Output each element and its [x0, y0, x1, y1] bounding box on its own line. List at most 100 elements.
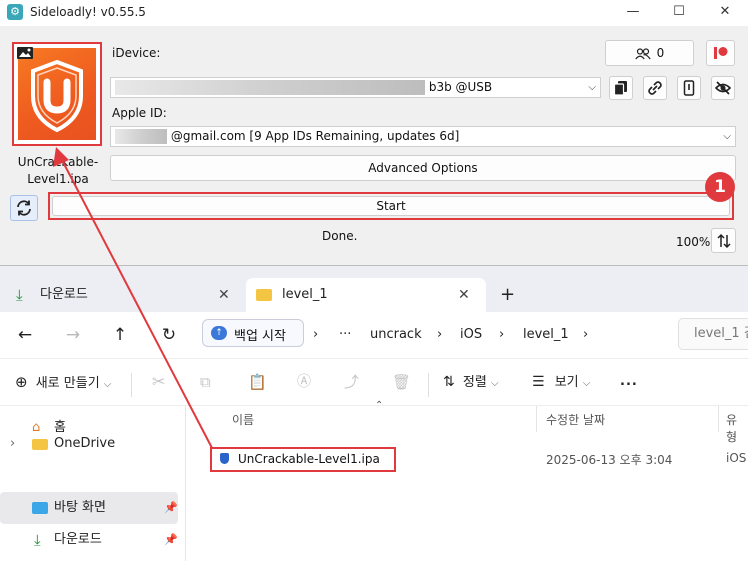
breadcrumb-item[interactable]: level_1: [523, 327, 569, 342]
hide-button[interactable]: [711, 76, 735, 100]
sort-arrows-icon: [716, 233, 731, 249]
file-row-ipa[interactable]: UnCrackable-Level1.ipa: [210, 447, 396, 472]
forward-arrow-icon[interactable]: →: [61, 324, 85, 346]
status-text: Done.: [322, 229, 358, 243]
refresh-icon[interactable]: ↻: [157, 324, 181, 346]
file-explorer-window: ⤓ 다운로드 ✕ level_1 ✕ + ← → ↑ ↻ ↑ 백업 시작 › ·…: [0, 266, 748, 561]
nav-item-desktop[interactable]: 바탕 화면 📌: [0, 492, 178, 524]
rename-icon[interactable]: Ⓐ: [297, 371, 311, 393]
nav-item-onedrive[interactable]: › OneDrive: [4, 428, 182, 460]
minimize-button[interactable]: —: [622, 3, 644, 21]
new-button[interactable]: ⊕ 새로 만들기 ⌵: [15, 371, 111, 393]
sort-button[interactable]: ⇅ 정렬 ⌵: [443, 371, 499, 393]
up-arrow-icon[interactable]: ↑: [108, 324, 132, 346]
tab-downloads[interactable]: ⤓ 다운로드 ✕: [8, 278, 242, 312]
download-icon: ⤓: [16, 286, 23, 304]
column-header-type[interactable]: 유형: [726, 411, 748, 445]
sideloadly-window: ⚙ Sideloadly! v0.55.5 — ☐ ✕ UnCrackable-…: [0, 0, 748, 266]
copy-icon: [613, 81, 627, 96]
address-bar: ← → ↑ ↻ ↑ 백업 시작 › ··· uncrack › iOS › le…: [0, 312, 748, 358]
breadcrumb-chevron-icon: ›: [583, 327, 589, 342]
idevice-label: iDevice:: [112, 46, 161, 60]
copy-button[interactable]: [609, 76, 633, 100]
breadcrumb-chevron-icon: ›: [313, 327, 319, 342]
apple-id-value: @gmail.com [9 App IDs Remaining, updates…: [170, 129, 460, 143]
tab-label: 다운로드: [40, 287, 88, 302]
column-header-modified[interactable]: 수정한 날짜: [546, 411, 605, 428]
chevron-down-icon: ⌵: [582, 378, 591, 389]
annotation-badge: 1: [705, 172, 735, 202]
device-info-button[interactable]: [677, 76, 701, 100]
paste-icon[interactable]: 📋: [248, 371, 267, 393]
refresh-button[interactable]: [10, 195, 38, 221]
advanced-options-button[interactable]: Advanced Options: [110, 155, 736, 181]
close-tab-icon[interactable]: ✕: [458, 278, 470, 312]
more-options-icon[interactable]: ...: [620, 371, 638, 393]
column-separator: [718, 406, 719, 432]
share-icon[interactable]: ⤴: [344, 371, 359, 393]
patreon-button[interactable]: [706, 40, 735, 66]
chevron-down-icon: ⌵: [103, 379, 112, 390]
file-type: iOS: [726, 451, 747, 465]
back-arrow-icon[interactable]: ←: [13, 324, 37, 346]
breadcrumb-chevron-icon: ›: [499, 327, 505, 342]
ipa-file-icon: [220, 453, 229, 464]
search-input[interactable]: level_1 검: [678, 318, 748, 350]
chevron-down-icon: ⌵: [723, 131, 731, 142]
nav-item-downloads[interactable]: ⤓ 다운로드 📌: [0, 524, 178, 556]
apple-id-select[interactable]: @gmail.com [9 App IDs Remaining, updates…: [110, 126, 736, 147]
command-bar: ⊕ 새로 만들기 ⌵ ✂ ⧉ 📋 Ⓐ ⤴ 🗑 ⇅ 정렬 ⌵ ☰ 보기 ⌵ ...: [0, 358, 748, 406]
idevice-value: b3b @USB: [428, 80, 493, 94]
breadcrumb-item[interactable]: uncrack: [370, 327, 422, 342]
tab-strip: ⤓ 다운로드 ✕ level_1 ✕ +: [0, 266, 748, 312]
ipa-drop-area[interactable]: [12, 42, 102, 146]
link-icon: [648, 81, 662, 95]
redacted-device-name: [115, 80, 425, 95]
redacted-email: [115, 129, 167, 144]
sort-indicator-icon: ⌃: [375, 400, 384, 411]
breadcrumb-item[interactable]: iOS: [460, 327, 482, 342]
device-count-button[interactable]: 0: [605, 40, 694, 66]
start-highlight: Start: [48, 192, 734, 220]
download-icon: ⤓: [34, 531, 41, 549]
separator: [428, 373, 429, 397]
maximize-button[interactable]: ☐: [668, 3, 690, 21]
new-tab-button[interactable]: +: [500, 278, 520, 312]
sort-icon: ⇅: [443, 374, 455, 390]
pin-icon[interactable]: 📌: [164, 524, 178, 556]
breadcrumb-overflow[interactable]: ···: [339, 327, 351, 342]
breadcrumb-chevron-icon: ›: [437, 327, 443, 342]
copy-icon[interactable]: ⧉: [200, 371, 211, 393]
cloud-backup-icon: ↑: [211, 326, 227, 340]
sort-order-button[interactable]: [711, 228, 736, 253]
folder-icon: [32, 439, 48, 450]
start-button[interactable]: Start: [52, 196, 730, 216]
people-icon: [634, 47, 651, 59]
zoom-level: 100%: [676, 235, 711, 249]
view-list-icon: ☰: [532, 374, 545, 390]
backup-button[interactable]: ↑ 백업 시작: [202, 319, 304, 347]
title-bar: ⚙ Sideloadly! v0.55.5 — ☐ ✕: [0, 0, 748, 26]
tab-label: level_1: [282, 287, 328, 302]
close-window-button[interactable]: ✕: [714, 3, 736, 21]
ipa-filename: UnCrackable-Level1.ipa: [17, 155, 99, 186]
chevron-down-icon: ⌵: [588, 82, 596, 93]
cut-icon[interactable]: ✂: [152, 371, 165, 393]
column-separator: [536, 406, 537, 432]
ipa-app-icon: [18, 48, 96, 140]
close-tab-icon[interactable]: ✕: [218, 278, 230, 312]
apple-id-label: Apple ID:: [112, 106, 167, 120]
pin-icon[interactable]: 📌: [164, 492, 178, 524]
refresh-icon: [17, 200, 31, 216]
file-modified: 2025-06-13 오후 3:04: [546, 453, 673, 467]
chevron-down-icon: ⌵: [490, 378, 499, 389]
link-button[interactable]: [643, 76, 667, 100]
device-count: 0: [656, 46, 665, 60]
idevice-select[interactable]: b3b @USB ⌵: [110, 77, 601, 98]
view-button[interactable]: ☰ 보기 ⌵: [532, 371, 590, 393]
column-header-name[interactable]: 이름: [232, 411, 254, 428]
delete-icon[interactable]: 🗑: [392, 371, 411, 393]
sideloadly-app-icon: ⚙: [7, 4, 23, 20]
tab-level1[interactable]: level_1 ✕: [246, 278, 486, 312]
image-icon: [17, 47, 33, 59]
